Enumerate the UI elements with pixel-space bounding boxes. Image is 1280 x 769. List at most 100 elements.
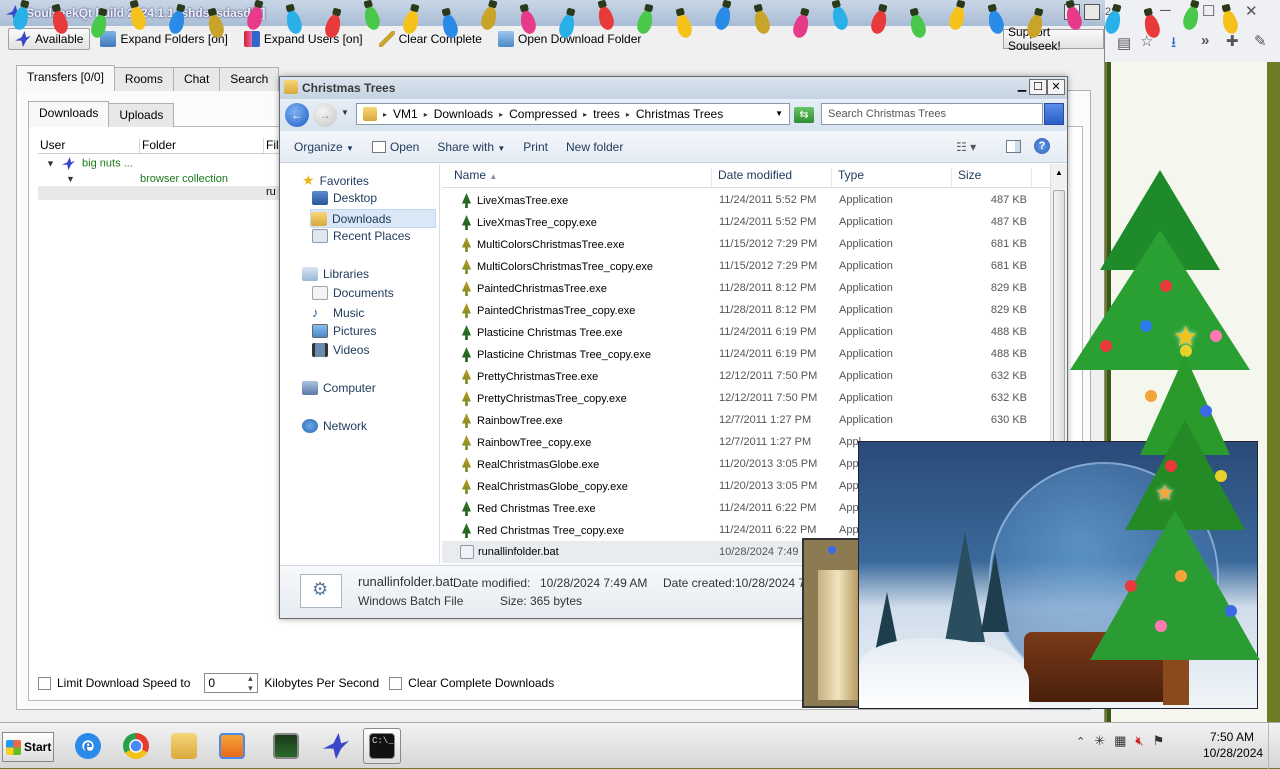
breadcrumb-separator-icon[interactable]: ▸ (626, 110, 630, 119)
tree-user-row[interactable]: ▼ big nuts ... (46, 157, 133, 170)
preview-pane-icon[interactable] (1006, 140, 1021, 153)
soulseek-close-button[interactable] (1084, 4, 1100, 20)
nav-favorites[interactable]: ★ Favorites (302, 172, 369, 189)
nav-computer[interactable]: Computer (302, 381, 376, 395)
views-icon[interactable]: ☷ ▾ (956, 140, 976, 154)
start-button[interactable]: Start (2, 732, 54, 762)
status-button[interactable]: Available (8, 28, 91, 50)
taskbar-command-prompt[interactable]: C:\_ (363, 728, 401, 764)
back-button[interactable]: ← (285, 103, 309, 127)
sun-icon[interactable]: ✳ (1094, 733, 1105, 749)
file-row[interactable]: PrettyChristmasTree_copy.exe 12/12/2011 7… (442, 387, 1050, 409)
tab-chat[interactable]: Chat (172, 67, 221, 91)
close-icon[interactable]: ✕ (1245, 2, 1258, 20)
tree-file-row[interactable]: ru (38, 186, 282, 200)
taskbar-media-player[interactable] (213, 728, 251, 764)
open-download-folder-button[interactable]: Open Download Folder (492, 28, 647, 50)
tab-downloads[interactable]: Downloads (28, 101, 110, 127)
volume-muted-icon[interactable]: 🔇︎ (1135, 733, 1143, 749)
nav-recent-places[interactable]: Recent Places (312, 229, 410, 243)
show-desktop-button[interactable] (1268, 723, 1280, 769)
file-row[interactable]: Plasticine Christmas Tree.exe 11/24/2011 … (442, 321, 1050, 343)
nav-music[interactable]: ♪ Music (312, 305, 364, 320)
file-row[interactable]: Plasticine Christmas Tree_copy.exe 11/24/… (442, 343, 1050, 365)
breadcrumb-downloads[interactable]: Downloads (434, 107, 493, 121)
soulseek-maximize-button[interactable] (1064, 4, 1080, 20)
organize-button[interactable]: Organize ▼ (294, 140, 354, 154)
tab-search[interactable]: Search (219, 67, 280, 91)
address-dropdown-icon[interactable]: ▼ (775, 109, 783, 118)
address-bar[interactable]: ▸ VM1 ▸ Downloads ▸ Compressed ▸ trees ▸… (356, 103, 790, 125)
forward-button[interactable]: → (313, 103, 337, 127)
limit-speed-checkbox[interactable] (38, 676, 51, 690)
column-user[interactable]: User (38, 138, 140, 153)
tools-icon[interactable]: ✎ (1254, 32, 1267, 50)
breadcrumb-separator-icon[interactable]: ▸ (583, 110, 587, 119)
action-center-flag-icon[interactable]: ⚑ (1153, 733, 1165, 749)
file-row[interactable]: RainbowTree.exe 12/7/2011 1:27 PM Applicat… (442, 409, 1050, 431)
show-hidden-icons-icon[interactable]: ⌃ (1076, 735, 1085, 748)
breadcrumb-separator-icon[interactable]: ▸ (383, 110, 387, 119)
bookmark-star-icon[interactable]: ☆ (1140, 32, 1153, 50)
chevron-right-icon[interactable]: » (1201, 32, 1209, 49)
breadcrumb-compressed[interactable]: Compressed (509, 107, 577, 121)
taskbar-internet-explorer[interactable]: e (69, 728, 107, 764)
recent-pages-chevron-icon[interactable]: ▼ (341, 108, 349, 117)
minimize-button[interactable]: ▁ (1016, 79, 1028, 95)
expand-arrow-icon[interactable]: ▼ (46, 158, 55, 168)
nav-downloads[interactable]: Downloads (310, 209, 436, 228)
download-icon[interactable]: ⭳ (1171, 32, 1176, 57)
file-row[interactable]: PaintedChristmasTree_copy.exe 11/28/2011 … (442, 299, 1050, 321)
support-soulseek-button[interactable]: Support Soulseek! (1003, 25, 1104, 53)
tab-rooms[interactable]: Rooms (113, 67, 174, 91)
breadcrumb-vm1[interactable]: VM1 (393, 107, 418, 121)
column-date-modified[interactable]: Date modified (712, 168, 832, 188)
clear-complete-button[interactable]: Clear Complete (373, 28, 488, 50)
nav-network[interactable]: Network (302, 419, 367, 433)
close-button[interactable]: ✕ (1047, 79, 1065, 95)
nav-videos[interactable]: Videos (312, 343, 369, 357)
nav-pictures[interactable]: Pictures (312, 324, 376, 338)
file-row[interactable]: MultiColorsChristmasTree_copy.exe 11/15/2… (442, 255, 1050, 277)
nav-documents[interactable]: Documents (312, 286, 394, 300)
column-folder[interactable]: Folder (140, 138, 264, 153)
file-row[interactable]: PrettyChristmasTree.exe 12/12/2011 7:50 P… (442, 365, 1050, 387)
column-name[interactable]: Name ▲ (442, 168, 712, 188)
search-input[interactable]: Search Christmas Trees (821, 103, 1043, 125)
help-icon[interactable]: ? (1034, 138, 1050, 154)
clear-complete-checkbox[interactable] (389, 676, 403, 690)
print-button[interactable]: Print (523, 140, 548, 154)
tab-transfers[interactable]: Transfers [0/0] (16, 65, 115, 91)
breadcrumb-trees[interactable]: trees (593, 107, 620, 121)
column-size[interactable]: Size (952, 168, 1032, 188)
maximize-button[interactable]: ☐ (1029, 79, 1047, 95)
column-type[interactable]: Type (832, 168, 952, 188)
reader-icon[interactable]: ▤ (1117, 34, 1131, 52)
breadcrumb-separator-icon[interactable]: ▸ (499, 110, 503, 119)
nav-desktop[interactable]: Desktop (312, 191, 377, 205)
taskbar-task-manager[interactable] (267, 728, 305, 764)
search-icon[interactable] (1044, 103, 1064, 125)
new-folder-button[interactable]: New folder (566, 140, 623, 154)
breadcrumb-separator-icon[interactable]: ▸ (424, 110, 428, 119)
file-row[interactable]: LiveXmasTree_copy.exe 11/24/2011 5:52 PM A… (442, 211, 1050, 233)
tree-folder-row[interactable]: ▼ browser collection (66, 173, 228, 185)
network-status-icon[interactable]: ▦ (1114, 733, 1126, 749)
file-row[interactable]: LiveXmasTree.exe 11/24/2011 5:52 PM Applic… (442, 189, 1050, 211)
open-button[interactable]: Open (371, 140, 419, 154)
extensions-puzzle-icon[interactable]: ✚ (1226, 32, 1239, 50)
share-with-button[interactable]: Share with ▼ (437, 140, 505, 154)
maximize-icon[interactable]: ☐ (1202, 2, 1215, 20)
minimize-icon[interactable]: ─ (1160, 2, 1171, 19)
nav-libraries[interactable]: Libraries (302, 267, 369, 281)
tab-uploads[interactable]: Uploads (108, 103, 175, 127)
taskbar-file-explorer[interactable] (165, 728, 203, 764)
speed-limit-spinbox[interactable]: 0 (204, 673, 259, 694)
taskbar-clock[interactable]: 7:50 AM 10/28/2024 (1203, 729, 1263, 761)
taskbar-soulseek[interactable] (317, 728, 355, 764)
file-row[interactable]: PaintedChristmasTree.exe 11/28/2011 8:12 … (442, 277, 1050, 299)
expand-users-button[interactable]: Expand Users [on] (238, 28, 369, 50)
breadcrumb-christmas-trees[interactable]: Christmas Trees (636, 107, 723, 121)
file-row[interactable]: MultiColorsChristmasTree.exe 11/15/2012 7… (442, 233, 1050, 255)
refresh-button[interactable]: ⇆ (794, 107, 814, 123)
